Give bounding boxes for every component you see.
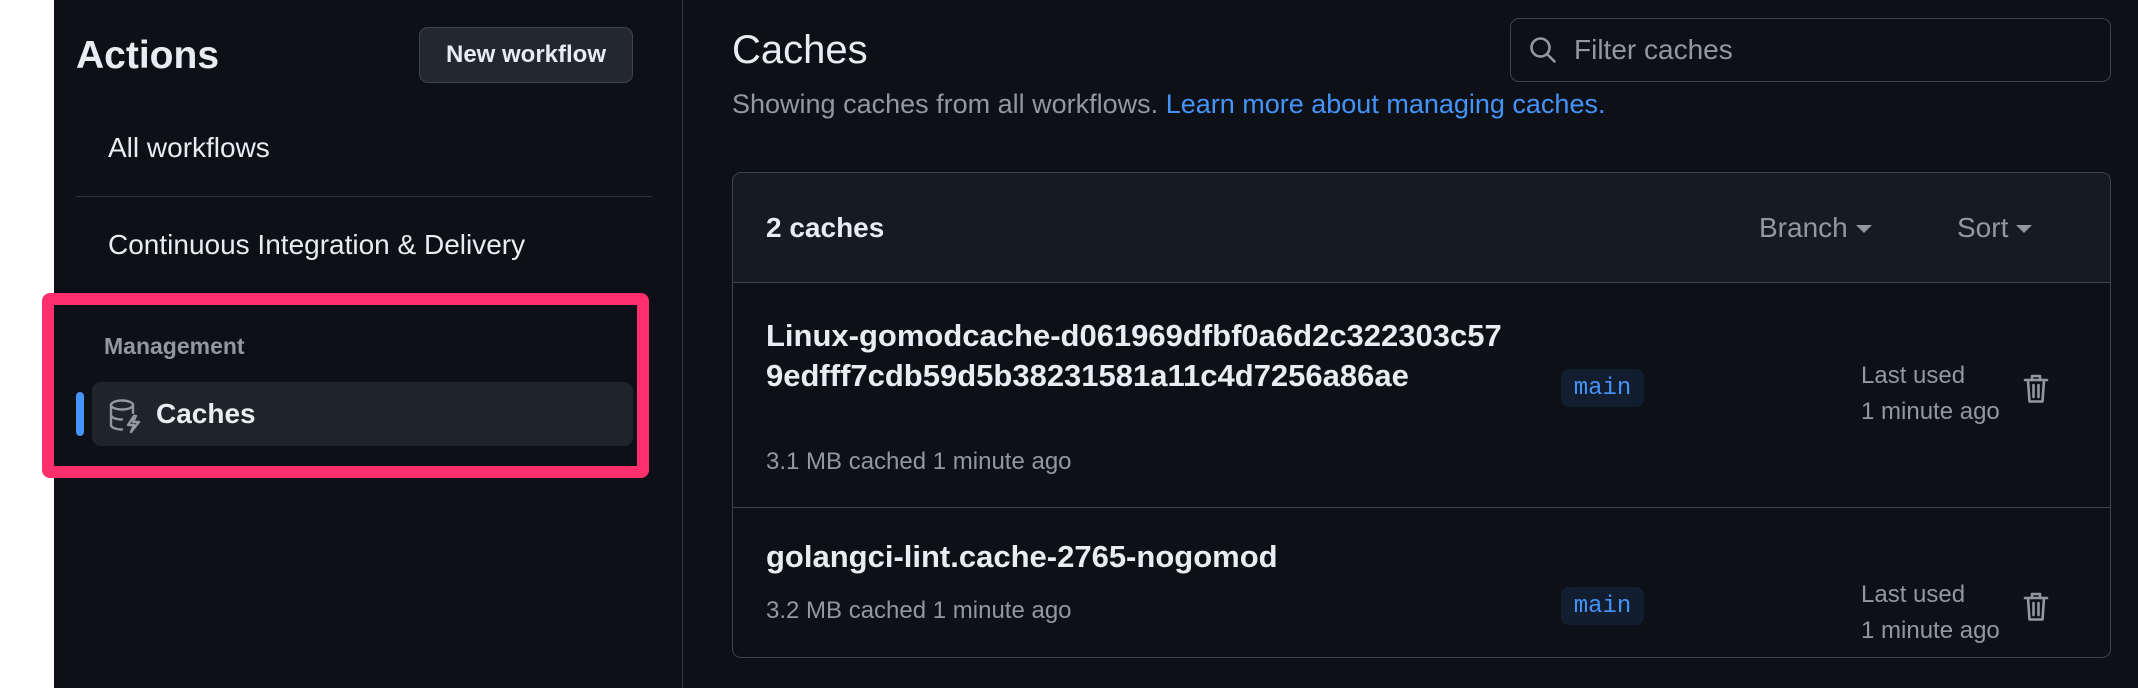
learn-more-link[interactable]: Learn more about managing caches. [1166, 89, 1606, 119]
sidebar: Actions New workflow All workflows Conti… [42, 0, 683, 688]
sidebar-item-ci-cd[interactable]: Continuous Integration & Delivery [108, 229, 525, 261]
last-used: Last used 1 minute ago [1861, 577, 2000, 649]
cache-count: 2 caches [766, 212, 885, 243]
delete-cache-button[interactable] [2016, 369, 2056, 409]
cache-meta: 3.2 MB cached 1 minute ago [766, 597, 1072, 624]
search-icon [1530, 37, 1556, 63]
last-used-label: Last used [1861, 581, 1966, 608]
highlight-annotation [42, 293, 649, 478]
cache-name[interactable]: Linux-gomodcache-d061969dfbf0a6d2c322303… [766, 316, 1511, 396]
last-used-label: Last used [1861, 362, 1966, 389]
main-content: Caches Showing caches from all workflows… [682, 0, 2138, 688]
sort-dropdown-label: Sort [1957, 212, 2009, 243]
cache-meta: 3.1 MB cached 1 minute ago [766, 448, 1072, 475]
filter-caches-box[interactable] [1510, 18, 2111, 82]
branch-dropdown[interactable]: Branch [1759, 212, 1872, 244]
new-workflow-button[interactable]: New workflow [419, 27, 633, 83]
cache-row: Linux-gomodcache-d061969dfbf0a6d2c322303… [733, 282, 2110, 508]
cache-name[interactable]: golangci-lint.cache-2765-nogomod [766, 537, 1278, 577]
caches-list-header: 2 caches Branch Sort [733, 173, 2110, 283]
caret-down-icon [1855, 225, 1872, 233]
page-title: Caches [732, 28, 868, 72]
sidebar-divider [76, 196, 652, 197]
last-used: Last used 1 minute ago [1861, 358, 2000, 430]
branch-label[interactable]: main [1561, 369, 1644, 407]
subtitle-text: Showing caches from all workflows. [732, 89, 1159, 119]
cache-row: golangci-lint.cache-2765-nogomod 3.2 MB … [733, 507, 2110, 657]
caches-list: 2 caches Branch Sort Linux-gomodcache-d0… [732, 172, 2111, 658]
trash-icon [2023, 374, 2049, 403]
branch-dropdown-label: Branch [1759, 212, 1848, 243]
sidebar-item-all-workflows[interactable]: All workflows [108, 132, 270, 164]
last-used-value: 1 minute ago [1861, 617, 2000, 644]
sort-dropdown[interactable]: Sort [1957, 212, 2033, 244]
trash-icon [2023, 592, 2049, 621]
sidebar-title: Actions [76, 34, 220, 77]
last-used-value: 1 minute ago [1861, 398, 2000, 425]
caret-down-icon [2016, 225, 2033, 233]
delete-cache-button[interactable] [2016, 587, 2056, 627]
branch-label[interactable]: main [1561, 587, 1644, 625]
actions-app: Actions New workflow All workflows Conti… [42, 0, 2138, 688]
page-subtitle: Showing caches from all workflows. Learn… [732, 89, 1605, 120]
filter-caches-input[interactable] [1572, 33, 2110, 67]
